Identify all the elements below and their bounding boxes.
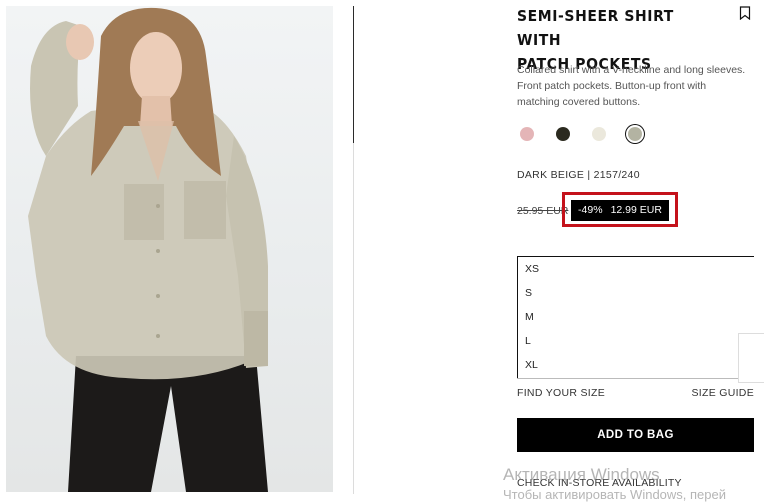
color-reference: DARK BEIGE | 2157/240	[517, 169, 640, 181]
size-option-xl[interactable]: XL	[517, 353, 754, 377]
description-line: Front patch pockets. Button-up front wit…	[517, 80, 707, 92]
description-line: matching covered buttons.	[517, 96, 641, 108]
size-option-l[interactable]: L	[517, 329, 754, 353]
product-image	[6, 6, 333, 492]
scroll-indicator[interactable]	[353, 6, 354, 143]
windows-activation-watermark: Активация Windows	[503, 465, 660, 484]
size-guide-link[interactable]: SIZE GUIDE	[691, 387, 754, 399]
windows-activation-watermark-sub: Чтобы активировать Windows, перей	[503, 487, 727, 502]
bookmark-icon[interactable]	[739, 6, 751, 21]
column-divider	[353, 143, 354, 494]
swatch-cream[interactable]	[592, 127, 606, 141]
size-option-s[interactable]: S	[517, 281, 754, 305]
side-panel-tab[interactable]	[738, 333, 764, 383]
size-list: XS S M L XL	[517, 257, 754, 377]
sale-price-badge: -49% 12.99 EUR	[571, 200, 669, 221]
old-price: 25.95 EUR	[517, 205, 569, 217]
model-photo-illustration	[28, 7, 268, 492]
size-option-m[interactable]: M	[517, 305, 754, 329]
new-price: 12.99 EUR	[610, 204, 662, 216]
find-your-size-link[interactable]: FIND YOUR SIZE	[517, 387, 605, 399]
add-to-bag-button[interactable]: ADD TO BAG	[517, 418, 754, 452]
discount-label: -49%	[578, 204, 603, 216]
swatch-pink[interactable]	[520, 127, 534, 141]
product-description: Collared shirt with a V-neckline and lon…	[517, 62, 757, 110]
size-option-xs[interactable]: XS	[517, 257, 754, 281]
swatch-dark-olive[interactable]	[556, 127, 570, 141]
description-line: Collared shirt with a V-neckline and lon…	[517, 64, 746, 76]
swatch-dark-beige[interactable]	[628, 127, 642, 141]
sizes-bottom-border	[517, 378, 754, 379]
product-title-line1: SEMI-SHEER SHIRT WITH	[517, 7, 674, 49]
